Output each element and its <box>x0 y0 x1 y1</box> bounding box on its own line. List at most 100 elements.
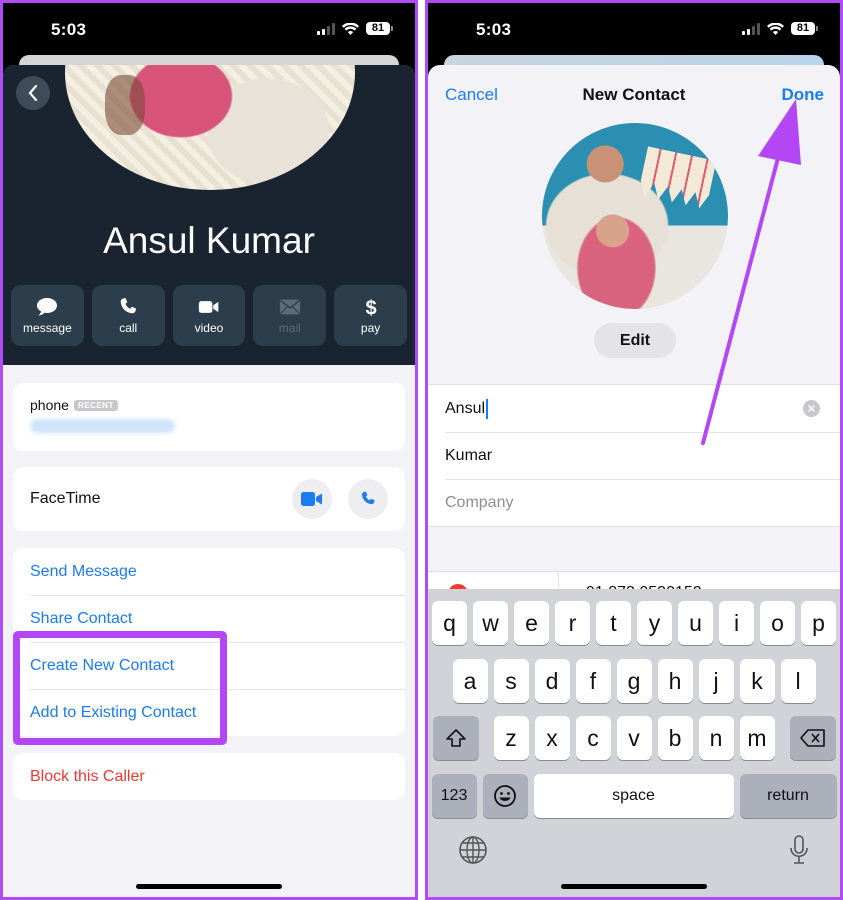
nav-bar: Cancel New Contact Done <box>428 65 840 123</box>
battery-level: 81 <box>366 22 390 35</box>
return-key[interactable]: return <box>739 774 837 818</box>
contact-header: Ansul Kumar message call video mail $ pa… <box>3 65 415 365</box>
contact-card: Ansul Kumar message call video mail $ pa… <box>3 65 415 897</box>
dictation-key[interactable] <box>788 835 810 870</box>
dollar-icon: $ <box>365 297 376 317</box>
block-caller-option[interactable]: Block this Caller <box>13 753 405 800</box>
status-time: 5:03 <box>476 20 512 39</box>
key-m[interactable]: m <box>739 716 775 760</box>
phone-icon <box>120 297 137 313</box>
globe-key[interactable] <box>458 835 488 870</box>
key-b[interactable]: b <box>657 716 693 760</box>
key-l[interactable]: l <box>780 659 816 703</box>
last-name-value: Kumar <box>445 446 493 464</box>
video-action-button[interactable]: video <box>172 285 246 346</box>
key-y[interactable]: y <box>637 601 672 645</box>
key-a[interactable]: a <box>452 659 488 703</box>
backspace-icon <box>799 729 825 747</box>
delete-key[interactable] <box>789 716 836 760</box>
key-x[interactable]: x <box>534 716 570 760</box>
wifi-icon <box>342 22 359 35</box>
video-camera-icon <box>301 492 322 506</box>
shift-key[interactable] <box>432 716 479 760</box>
facetime-audio-button[interactable] <box>348 479 388 519</box>
key-g[interactable]: g <box>616 659 652 703</box>
video-camera-icon <box>198 300 219 313</box>
first-name-value: Ansul <box>445 399 486 417</box>
key-q[interactable]: q <box>432 601 467 645</box>
new-contact-sheet: Cancel New Contact Done Edit Ansul Kumar… <box>428 65 840 897</box>
battery-icon: 81 <box>791 22 818 35</box>
key-r[interactable]: r <box>555 601 590 645</box>
text-cursor <box>486 398 489 419</box>
send-message-option[interactable]: Send Message <box>13 548 405 595</box>
facetime-video-button[interactable] <box>292 479 332 519</box>
envelope-icon <box>279 299 300 314</box>
key-p[interactable]: p <box>801 601 836 645</box>
create-new-contact-option[interactable]: Create New Contact <box>13 642 405 689</box>
key-j[interactable]: j <box>698 659 734 703</box>
block-caller-group: Block this Caller <box>13 753 405 800</box>
key-o[interactable]: o <box>760 601 795 645</box>
key-i[interactable]: i <box>719 601 754 645</box>
company-input[interactable] <box>445 493 820 512</box>
key-h[interactable]: h <box>657 659 693 703</box>
globe-icon <box>459 836 487 864</box>
message-action-button[interactable]: message <box>11 285 84 346</box>
phone-label: phone <box>30 397 69 413</box>
page-title: New Contact <box>582 85 686 104</box>
contact-avatar[interactable] <box>542 123 728 309</box>
cellular-signal-icon <box>742 22 760 35</box>
home-indicator <box>561 884 707 889</box>
key-w[interactable]: w <box>473 601 508 645</box>
keyboard: qwertyuiop asdfghjkl zxcvbnm 123 space r… <box>428 589 840 897</box>
key-s[interactable]: s <box>493 659 529 703</box>
contact-name: Ansul Kumar <box>103 220 315 261</box>
key-v[interactable]: v <box>616 716 652 760</box>
share-contact-option[interactable]: Share Contact <box>13 595 405 642</box>
add-to-existing-contact-option[interactable]: Add to Existing Contact <box>13 689 405 736</box>
message-bubble-icon <box>37 297 58 315</box>
emoji-key[interactable] <box>482 774 528 818</box>
status-time: 5:03 <box>51 20 87 39</box>
mail-action-button[interactable]: mail <box>253 285 327 346</box>
first-name-field[interactable]: Ansul <box>428 385 840 432</box>
key-k[interactable]: k <box>739 659 775 703</box>
status-bar: 5:03 81 <box>3 3 415 55</box>
phone-icon <box>362 491 375 505</box>
company-field[interactable] <box>428 479 840 526</box>
contact-options-list: Send Message Share Contact Create New Co… <box>13 548 405 736</box>
close-icon <box>808 405 815 412</box>
key-e[interactable]: e <box>514 601 549 645</box>
facetime-row: FaceTime <box>13 467 405 531</box>
space-key[interactable]: space <box>533 774 734 818</box>
clear-text-button[interactable] <box>803 400 820 417</box>
key-n[interactable]: n <box>698 716 734 760</box>
key-z[interactable]: z <box>493 716 529 760</box>
phone-number-blurred[interactable] <box>30 419 175 433</box>
numbers-key[interactable]: 123 <box>431 774 477 818</box>
facetime-label: FaceTime <box>30 490 101 507</box>
contact-photo <box>65 65 355 190</box>
battery-icon: 81 <box>366 22 393 35</box>
contact-detail-screen: 5:03 81 Ansul Kumar message call video m… <box>0 0 418 900</box>
emoji-face-icon <box>494 785 516 807</box>
done-button[interactable]: Done <box>782 85 825 105</box>
last-name-field[interactable]: Kumar <box>428 432 840 479</box>
pay-action-button[interactable]: $ pay <box>334 285 407 346</box>
call-action-button[interactable]: call <box>91 285 165 346</box>
edit-photo-button[interactable]: Edit <box>594 323 676 358</box>
name-fields: Ansul Kumar <box>428 384 840 527</box>
chevron-left-icon <box>28 85 38 101</box>
key-c[interactable]: c <box>575 716 611 760</box>
status-bar: 5:03 81 <box>428 3 840 55</box>
phone-number-row[interactable]: phone RECENT <box>13 383 405 451</box>
key-u[interactable]: u <box>678 601 713 645</box>
key-d[interactable]: d <box>534 659 570 703</box>
recent-badge: RECENT <box>73 399 118 411</box>
new-contact-screen: 5:03 81 Cancel New Contact Done Edit Ans… <box>425 0 843 900</box>
back-button[interactable] <box>16 76 50 110</box>
key-t[interactable]: t <box>596 601 631 645</box>
key-f[interactable]: f <box>575 659 611 703</box>
home-indicator <box>136 884 282 889</box>
